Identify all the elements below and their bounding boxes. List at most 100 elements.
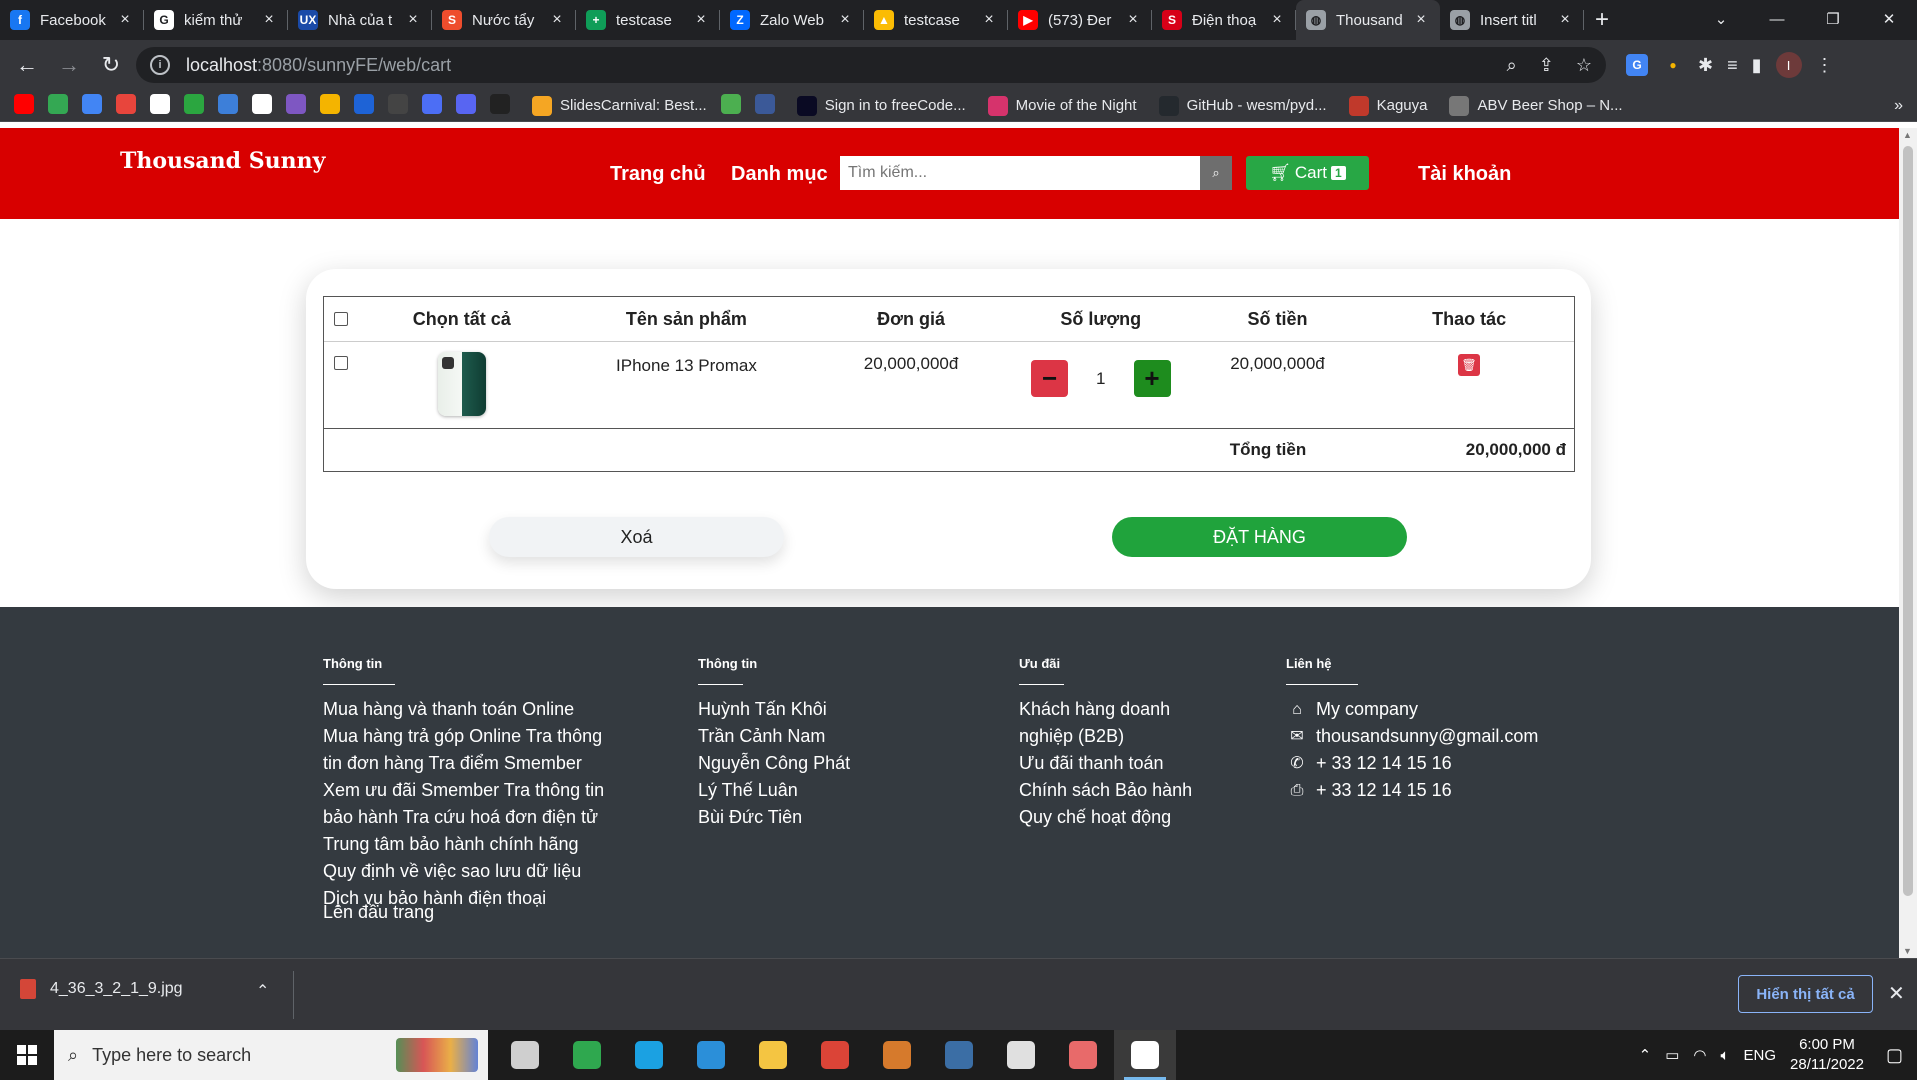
close-tab-icon[interactable]: × [836,11,854,29]
media-control-icon[interactable]: ≡ [1727,55,1738,76]
search-button[interactable]: ⌕ [1200,156,1232,190]
browser-tab[interactable]: Z Zalo Web × [720,0,864,40]
bookmark-item[interactable]: Movie of the Night [987,95,1137,116]
honey-extension-icon[interactable]: ● [1662,54,1684,76]
taskbar-app[interactable] [928,1030,990,1080]
taskbar-app[interactable] [990,1030,1052,1080]
address-bar[interactable]: i localhost:8080/sunnyFE/web/cart ⌕ ⇪ ☆ [136,47,1606,83]
product-image[interactable] [437,352,486,416]
language-indicator[interactable]: ENG [1744,1047,1777,1064]
share-icon[interactable]: ⇪ [1539,55,1554,76]
footer-link[interactable]: Huỳnh Tấn Khôi [698,696,850,723]
browser-tab[interactable]: + testcase × [576,0,720,40]
taskbar-app[interactable] [1114,1030,1176,1080]
bookmark-item[interactable] [422,93,442,118]
bookmark-item[interactable] [354,93,374,118]
close-tab-icon[interactable]: × [404,11,422,29]
bookmark-item[interactable] [14,93,34,118]
search-input[interactable] [840,156,1200,190]
scrollbar-thumb[interactable] [1903,146,1913,896]
bookmark-item[interactable] [388,93,408,118]
taskbar-app[interactable] [804,1030,866,1080]
nav-categories-link[interactable]: Danh mục [731,163,828,186]
wifi-icon[interactable]: ◠ [1693,1046,1706,1064]
reload-button[interactable]: ↻ [94,48,128,82]
scroll-down-arrow[interactable]: ▼ [1903,946,1912,956]
taskbar-app[interactable] [866,1030,928,1080]
close-tab-icon[interactable]: × [260,11,278,29]
browser-tab[interactable]: ▲ testcase × [864,0,1008,40]
footer-link[interactable]: Mua hàng và thanh toán Online [323,696,604,723]
product-name[interactable]: IPhone 13 Promax [562,342,812,428]
browser-tab[interactable]: f Facebook × [0,0,144,40]
account-link[interactable]: Tài khoản [1418,163,1511,186]
bookmark-item[interactable] [720,93,741,118]
footer-link[interactable]: Bùi Đức Tiên [698,804,850,831]
close-tab-icon[interactable]: × [1124,11,1142,29]
footer-link[interactable]: Trần Cảnh Nam [698,723,850,750]
start-button[interactable] [0,1030,54,1080]
volume-icon[interactable]: 🔈︎ [1720,1047,1729,1064]
nav-home-link[interactable]: Trang chủ [610,163,706,186]
increase-quantity-button[interactable]: + [1133,360,1171,397]
place-order-button[interactable]: ĐẶT HÀNG [1112,517,1407,557]
side-panel-icon[interactable]: ▮ [1752,55,1762,76]
bookmark-star-icon[interactable]: ☆ [1576,55,1592,76]
browser-tab[interactable]: S Điện thoạ × [1152,0,1296,40]
tray-chevron-icon[interactable]: ⌃ [1639,1046,1652,1064]
clear-cart-button[interactable]: Xoá [489,517,784,557]
close-tab-icon[interactable]: × [1268,11,1286,29]
site-info-icon[interactable]: i [150,55,170,75]
zoom-icon[interactable]: ⌕ [1507,55,1517,76]
bookmark-item[interactable]: Sign in to freeCode... [796,95,966,116]
notification-icon[interactable]: ▢ [1886,1045,1903,1066]
restore-button[interactable]: ❐ [1805,0,1861,40]
footer-link[interactable]: Ưu đãi thanh toán [1019,750,1192,777]
close-tab-icon[interactable]: × [1412,11,1430,29]
minimize-button[interactable]: — [1749,0,1805,40]
bookmark-item[interactable] [286,93,306,118]
footer-link[interactable]: Trung tâm bảo hành chính hãng [323,831,604,858]
footer-link[interactable]: Mua hàng trả góp Online Tra thông [323,723,604,750]
chevron-up-icon[interactable]: ⌃ [256,981,269,1001]
bookmark-item[interactable]: GitHub - wesm/pyd... [1158,95,1327,116]
clock[interactable]: 6:00 PM 28/11/2022 [1790,1035,1864,1075]
contact-phone[interactable]: ✆ + 33 12 14 15 16 [1286,750,1538,777]
bookmark-item[interactable] [150,93,170,118]
bookmark-item[interactable]: SlidesCarnival: Best... [532,95,707,116]
forward-button[interactable]: → [52,48,86,82]
close-tab-icon[interactable]: × [692,11,710,29]
bookmark-item[interactable] [184,93,204,118]
extensions-puzzle-icon[interactable]: ✱ [1698,55,1713,76]
quantity-value[interactable]: 1 [1096,369,1105,389]
browser-tab[interactable]: UX Nhà của t × [288,0,432,40]
footer-link[interactable]: Quy định về việc sao lưu dữ liệu [323,858,604,885]
footer-link[interactable]: Khách hàng doanh [1019,696,1192,723]
bookmark-item[interactable] [82,93,102,118]
bookmark-item[interactable] [116,93,136,118]
brand-logo[interactable]: Thousand Sunny [120,148,325,174]
bookmark-item[interactable]: ABV Beer Shop – N... [1449,95,1623,116]
translate-extension-icon[interactable]: G [1626,54,1648,76]
footer-link[interactable]: Quy chế hoạt động [1019,804,1192,831]
page-scrollbar[interactable]: ▲ ▼ [1899,128,1917,958]
bookmark-item[interactable] [490,93,510,118]
show-all-downloads-button[interactable]: Hiển thị tất cả [1738,975,1873,1013]
download-item[interactable]: 4_36_3_2_1_9.jpg [20,979,183,999]
footer-link[interactable]: nghiệp (B2B) [1019,723,1192,750]
close-tab-icon[interactable]: × [548,11,566,29]
footer-link[interactable]: Nguyễn Công Phát [698,750,850,777]
close-tab-icon[interactable]: × [1556,11,1574,29]
close-download-bar-icon[interactable]: ✕ [1888,981,1905,1006]
footer-link[interactable]: bảo hành Tra cứu hoá đơn điện tử [323,804,604,831]
browser-tab[interactable]: ▶ (573) Đer × [1008,0,1152,40]
close-tab-icon[interactable]: × [980,11,998,29]
new-tab-button[interactable]: + [1584,0,1620,40]
scroll-up-arrow[interactable]: ▲ [1903,130,1912,140]
profile-avatar[interactable]: I [1775,52,1802,78]
cart-button[interactable]: 🛒︎ Cart 1 [1246,156,1369,190]
taskbar-app[interactable] [494,1030,556,1080]
bookmark-item[interactable] [48,93,68,118]
back-button[interactable]: ← [10,48,44,82]
browser-tab[interactable]: Gkiểm thử × [144,0,288,40]
